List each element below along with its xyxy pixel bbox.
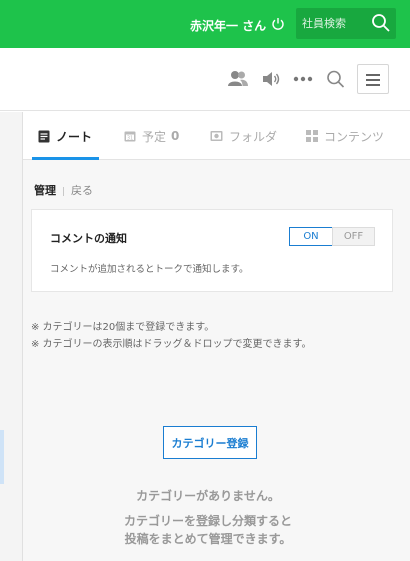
employee-search-input[interactable] bbox=[302, 15, 364, 32]
notification-description: コメントが追加されるとトークで通知します。 bbox=[50, 264, 249, 275]
menu-icon bbox=[366, 74, 380, 76]
speaker-icon[interactable] bbox=[260, 69, 282, 89]
group-icon[interactable] bbox=[227, 69, 249, 89]
more-icon[interactable] bbox=[292, 69, 314, 89]
tab-folder-label: フォルダ bbox=[229, 129, 278, 144]
search-icon[interactable] bbox=[371, 13, 391, 33]
left-sidebar-edge bbox=[0, 112, 23, 561]
search-icon[interactable] bbox=[325, 69, 347, 89]
svg-text:31: 31 bbox=[127, 136, 133, 142]
active-tab-indicator bbox=[32, 157, 99, 160]
note-panel: ノート 31 予定 0 フォルダ コンテンツ 管理 | 戻る コメントの通知 O… bbox=[23, 112, 410, 561]
tab-schedule-label: 予定 bbox=[142, 129, 167, 144]
category-notes: ※ カテゴリーは20個まで登録できます。 ※ カテゴリーの表示順はドラッグ＆ドロ… bbox=[31, 319, 312, 353]
tab-schedule-count: 0 bbox=[171, 129, 180, 143]
note-line: ※ カテゴリーの表示順はドラッグ＆ドロップで変更できます。 bbox=[31, 339, 312, 350]
power-icon[interactable] bbox=[271, 17, 285, 31]
note-icon bbox=[38, 130, 50, 142]
empty-state-title: カテゴリーがありません。 bbox=[136, 489, 280, 503]
empty-state-description: カテゴリーを登録し分類すると 投稿をまとめて管理できます。 bbox=[23, 512, 393, 548]
empty-state-line: 投稿をまとめて管理できます。 bbox=[124, 532, 292, 546]
tab-contents[interactable]: コンテンツ bbox=[306, 112, 384, 160]
top-header: 赤沢年一 さん bbox=[0, 0, 410, 48]
tab-folder[interactable]: フォルダ bbox=[210, 112, 277, 160]
folder-icon bbox=[210, 131, 223, 141]
breadcrumb: 管理 | 戻る bbox=[34, 182, 93, 198]
tab-note-label: ノート bbox=[56, 129, 93, 144]
grid-icon bbox=[306, 130, 318, 142]
tab-note[interactable]: ノート bbox=[38, 112, 92, 160]
calendar-icon: 31 bbox=[124, 131, 136, 142]
notification-on-toggle[interactable]: ON bbox=[289, 227, 333, 246]
left-scroll-marker bbox=[0, 430, 4, 484]
note-line: ※ カテゴリーは20個まで登録できます。 bbox=[31, 322, 215, 333]
tab-bar: ノート 31 予定 0 フォルダ コンテンツ bbox=[23, 112, 410, 160]
empty-state-line: カテゴリーを登録し分類すると bbox=[123, 514, 292, 528]
user-name[interactable]: 赤沢年一 さん bbox=[190, 17, 266, 34]
notification-title: コメントの通知 bbox=[50, 232, 127, 245]
tab-schedule[interactable]: 31 予定 0 bbox=[124, 112, 179, 160]
back-link[interactable]: 戻る bbox=[71, 184, 93, 197]
manage-label: 管理 bbox=[34, 184, 56, 197]
notification-off-toggle[interactable]: OFF bbox=[332, 227, 375, 246]
comment-notification-card: コメントの通知 ON OFF コメントが追加されるとトークで通知します。 bbox=[31, 209, 393, 292]
breadcrumb-separator: | bbox=[62, 187, 66, 197]
category-register-button[interactable]: カテゴリー登録 bbox=[163, 426, 257, 459]
employee-search bbox=[296, 8, 396, 39]
menu-button[interactable] bbox=[357, 64, 389, 94]
sub-toolbar bbox=[0, 48, 410, 111]
tab-contents-label: コンテンツ bbox=[324, 129, 385, 144]
